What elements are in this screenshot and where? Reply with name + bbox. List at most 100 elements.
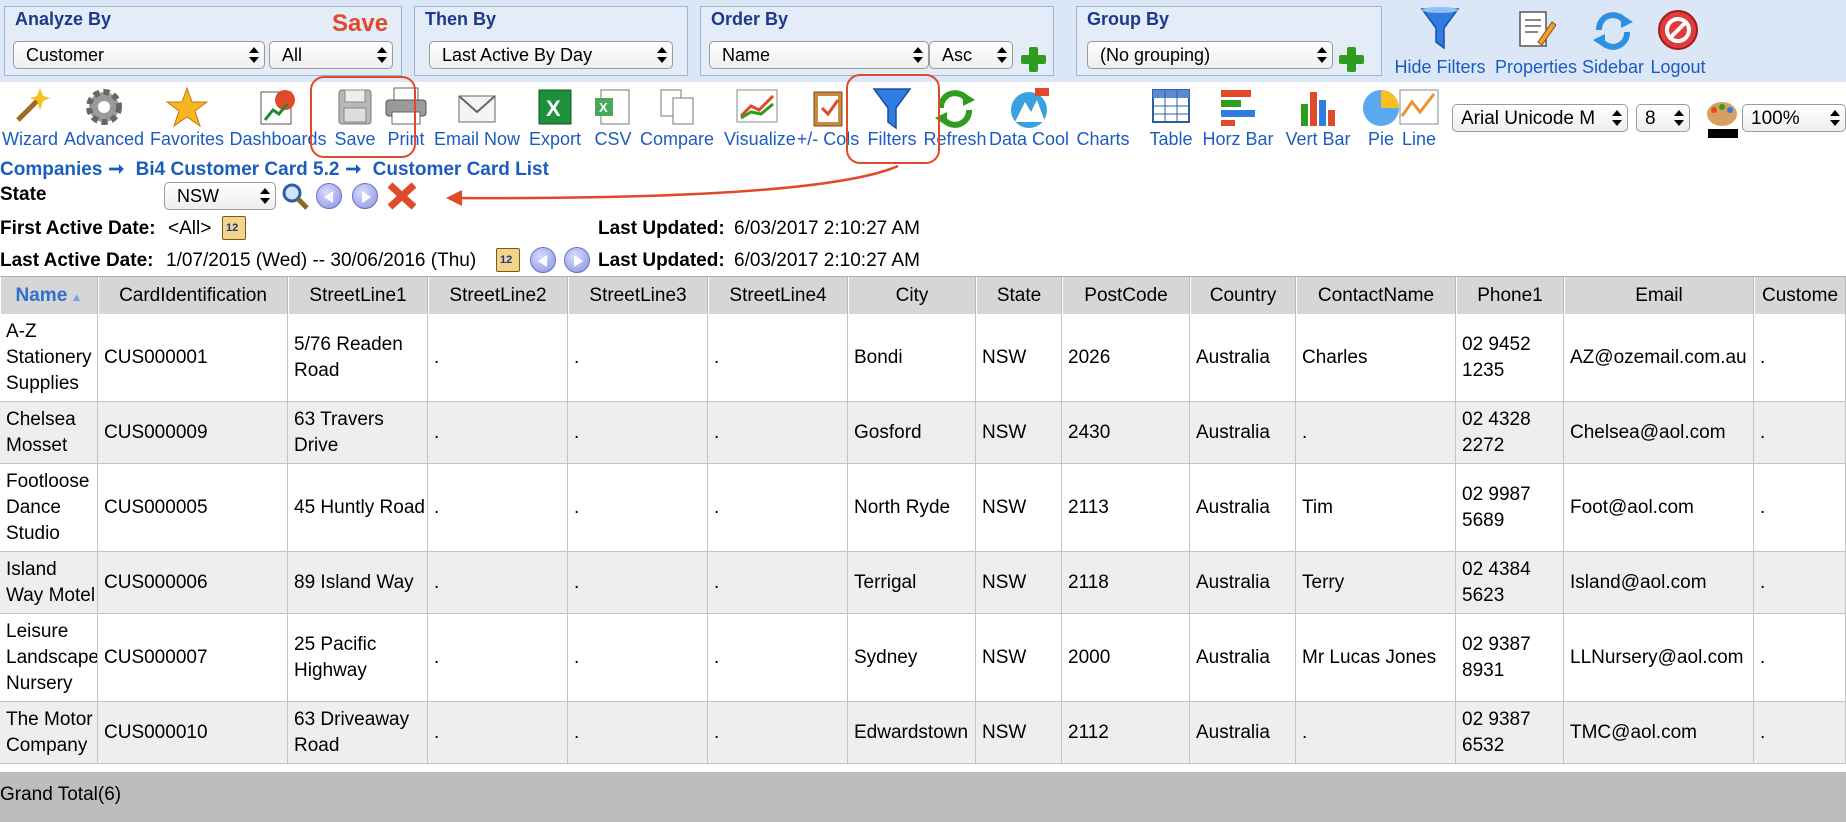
visualize-label: Visualize bbox=[724, 129, 796, 149]
export-button[interactable]: X Export bbox=[524, 82, 586, 152]
advanced-button[interactable]: Advanced bbox=[60, 82, 148, 152]
column-header[interactable]: City bbox=[848, 277, 976, 315]
previous-icon[interactable] bbox=[316, 183, 342, 209]
logout-button[interactable]: Logout bbox=[1648, 4, 1708, 78]
calendar-icon[interactable] bbox=[222, 216, 246, 240]
order-direction-select[interactable]: Asc bbox=[929, 41, 1013, 69]
visualize-button[interactable]: Visualize bbox=[724, 82, 796, 152]
cell-city: Edwardstown bbox=[848, 702, 976, 763]
group-by-group: Group By (No grouping) bbox=[1076, 6, 1382, 76]
csv-button[interactable]: X CSV bbox=[588, 82, 638, 152]
analyze-by-value-select[interactable]: All bbox=[269, 41, 393, 69]
cell-email: Chelsea@aol.com bbox=[1564, 402, 1754, 463]
group-by-select[interactable]: (No grouping) bbox=[1087, 41, 1333, 69]
sidebar-button[interactable]: Sidebar bbox=[1580, 4, 1646, 78]
breadcrumb-customer-card[interactable]: Bi4 Customer Card 5.2 bbox=[136, 159, 340, 180]
order-by-select[interactable]: Name bbox=[709, 41, 929, 69]
envelope-icon bbox=[458, 95, 496, 123]
cell-city: Bondi bbox=[848, 314, 976, 401]
state-select[interactable]: NSW bbox=[164, 182, 276, 210]
next-period-icon[interactable] bbox=[564, 247, 590, 273]
cell-street3: . bbox=[568, 552, 708, 613]
svg-text:X: X bbox=[599, 100, 608, 115]
pie-chart-icon bbox=[1363, 90, 1399, 126]
column-header[interactable]: StreetLine1 bbox=[288, 277, 428, 315]
breadcrumb-customer-card-list[interactable]: Customer Card List bbox=[373, 159, 549, 180]
favorites-button[interactable]: Favorites bbox=[148, 82, 226, 152]
column-header[interactable]: Custome bbox=[1754, 277, 1846, 315]
cell-postcode: 2026 bbox=[1062, 314, 1190, 401]
cell-phone: 02 9387 6532 bbox=[1456, 702, 1564, 763]
wizard-wand-icon bbox=[16, 88, 50, 122]
cell-street2: . bbox=[428, 464, 568, 551]
horizontal-bar-chart-icon bbox=[1221, 90, 1255, 126]
compare-docs-icon bbox=[660, 89, 694, 125]
cell-street3: . bbox=[568, 464, 708, 551]
cell-phone: 02 4384 5623 bbox=[1456, 552, 1564, 613]
cell-card: CUS000009 bbox=[98, 402, 288, 463]
save-annotation: Save bbox=[332, 10, 389, 37]
font-select[interactable]: Arial Unicode M bbox=[1452, 104, 1628, 132]
data-cool-button[interactable]: Data Cool bbox=[988, 82, 1070, 152]
cell-state: NSW bbox=[976, 314, 1062, 401]
next-icon[interactable] bbox=[352, 183, 378, 209]
cell-contact: Terry bbox=[1296, 552, 1456, 613]
column-header[interactable]: StreetLine4 bbox=[708, 277, 848, 315]
email-now-button[interactable]: Email Now bbox=[432, 82, 522, 152]
table-row[interactable]: Footloose Dance Studio CUS000005 45 Huntly… bbox=[0, 464, 1846, 552]
column-header[interactable]: Email bbox=[1564, 277, 1754, 315]
clear-x-icon[interactable] bbox=[386, 181, 418, 211]
cell-contact: Mr Lucas Jones bbox=[1296, 614, 1456, 701]
search-icon[interactable] bbox=[280, 181, 310, 211]
horz-bar-button[interactable]: Horz Bar bbox=[1198, 82, 1278, 152]
cell-street4: . bbox=[708, 314, 848, 401]
column-header[interactable]: Phone1 bbox=[1456, 277, 1564, 315]
column-header-name[interactable]: Name ▲ bbox=[0, 277, 98, 315]
wizard-button[interactable]: Wizard bbox=[0, 82, 60, 152]
previous-period-icon[interactable] bbox=[530, 247, 556, 273]
calendar-icon[interactable] bbox=[496, 248, 520, 272]
vertical-bar-chart-icon bbox=[1301, 92, 1335, 126]
zoom-select[interactable]: 100% bbox=[1742, 104, 1846, 132]
column-header[interactable]: StreetLine3 bbox=[568, 277, 708, 315]
properties-button[interactable]: Properties bbox=[1492, 4, 1580, 78]
csv-file-icon: X bbox=[595, 89, 630, 125]
table-button[interactable]: Table bbox=[1144, 82, 1198, 152]
last-updated-label: Last Updated: bbox=[598, 218, 725, 239]
add-order-plus-icon[interactable] bbox=[1019, 45, 1047, 73]
add-group-plus-icon[interactable] bbox=[1337, 45, 1365, 73]
vert-bar-button[interactable]: Vert Bar bbox=[1280, 82, 1356, 152]
then-by-select[interactable]: Last Active By Day bbox=[429, 41, 673, 69]
compare-button[interactable]: Compare bbox=[634, 82, 720, 152]
table-label: Table bbox=[1149, 129, 1193, 149]
logout-icon bbox=[1658, 10, 1698, 50]
analyze-by-select[interactable]: Customer bbox=[13, 41, 265, 69]
font-size-select[interactable]: 8 bbox=[1636, 104, 1690, 132]
hide-filters-button[interactable]: Hide Filters bbox=[1388, 4, 1492, 78]
table-row[interactable]: The Motor Company CUS000010 63 Driveaway R… bbox=[0, 702, 1846, 764]
cell-phone: 02 9387 8931 bbox=[1456, 614, 1564, 701]
table-row[interactable]: A-Z Stationery Supplies CUS000001 5/76 Rea… bbox=[0, 314, 1846, 402]
table-row[interactable]: Chelsea Mosset CUS000009 63 Travers Drive.… bbox=[0, 402, 1846, 464]
cell-name: Footloose Dance Studio bbox=[0, 464, 98, 551]
column-header[interactable]: ContactName bbox=[1296, 277, 1456, 315]
svg-text:X: X bbox=[546, 96, 561, 121]
cell-extra: . bbox=[1754, 402, 1846, 463]
line-button[interactable]: Line bbox=[1398, 82, 1440, 152]
breadcrumb-companies[interactable]: Companies bbox=[0, 159, 102, 180]
column-header[interactable]: StreetLine2 bbox=[428, 277, 568, 315]
analyze-by-title: Analyze By bbox=[15, 9, 112, 29]
cell-city: North Ryde bbox=[848, 464, 976, 551]
column-header[interactable]: Country bbox=[1190, 277, 1296, 315]
table-row[interactable]: Leisure Landscape Nursery CUS000007 25 Pac… bbox=[0, 614, 1846, 702]
column-header[interactable]: PostCode bbox=[1062, 277, 1190, 315]
column-header[interactable]: State bbox=[976, 277, 1062, 315]
cell-street2: . bbox=[428, 314, 568, 401]
table-row[interactable]: Island Way Motel CUS000006 89 Island Way..… bbox=[0, 552, 1846, 614]
cell-street4: . bbox=[708, 614, 848, 701]
charts-button[interactable]: Charts bbox=[1070, 82, 1136, 152]
cell-street1: 89 Island Way bbox=[288, 552, 428, 613]
cell-postcode: 2430 bbox=[1062, 402, 1190, 463]
column-header[interactable]: CardIdentification bbox=[98, 277, 288, 315]
favorites-label: Favorites bbox=[149, 129, 225, 149]
